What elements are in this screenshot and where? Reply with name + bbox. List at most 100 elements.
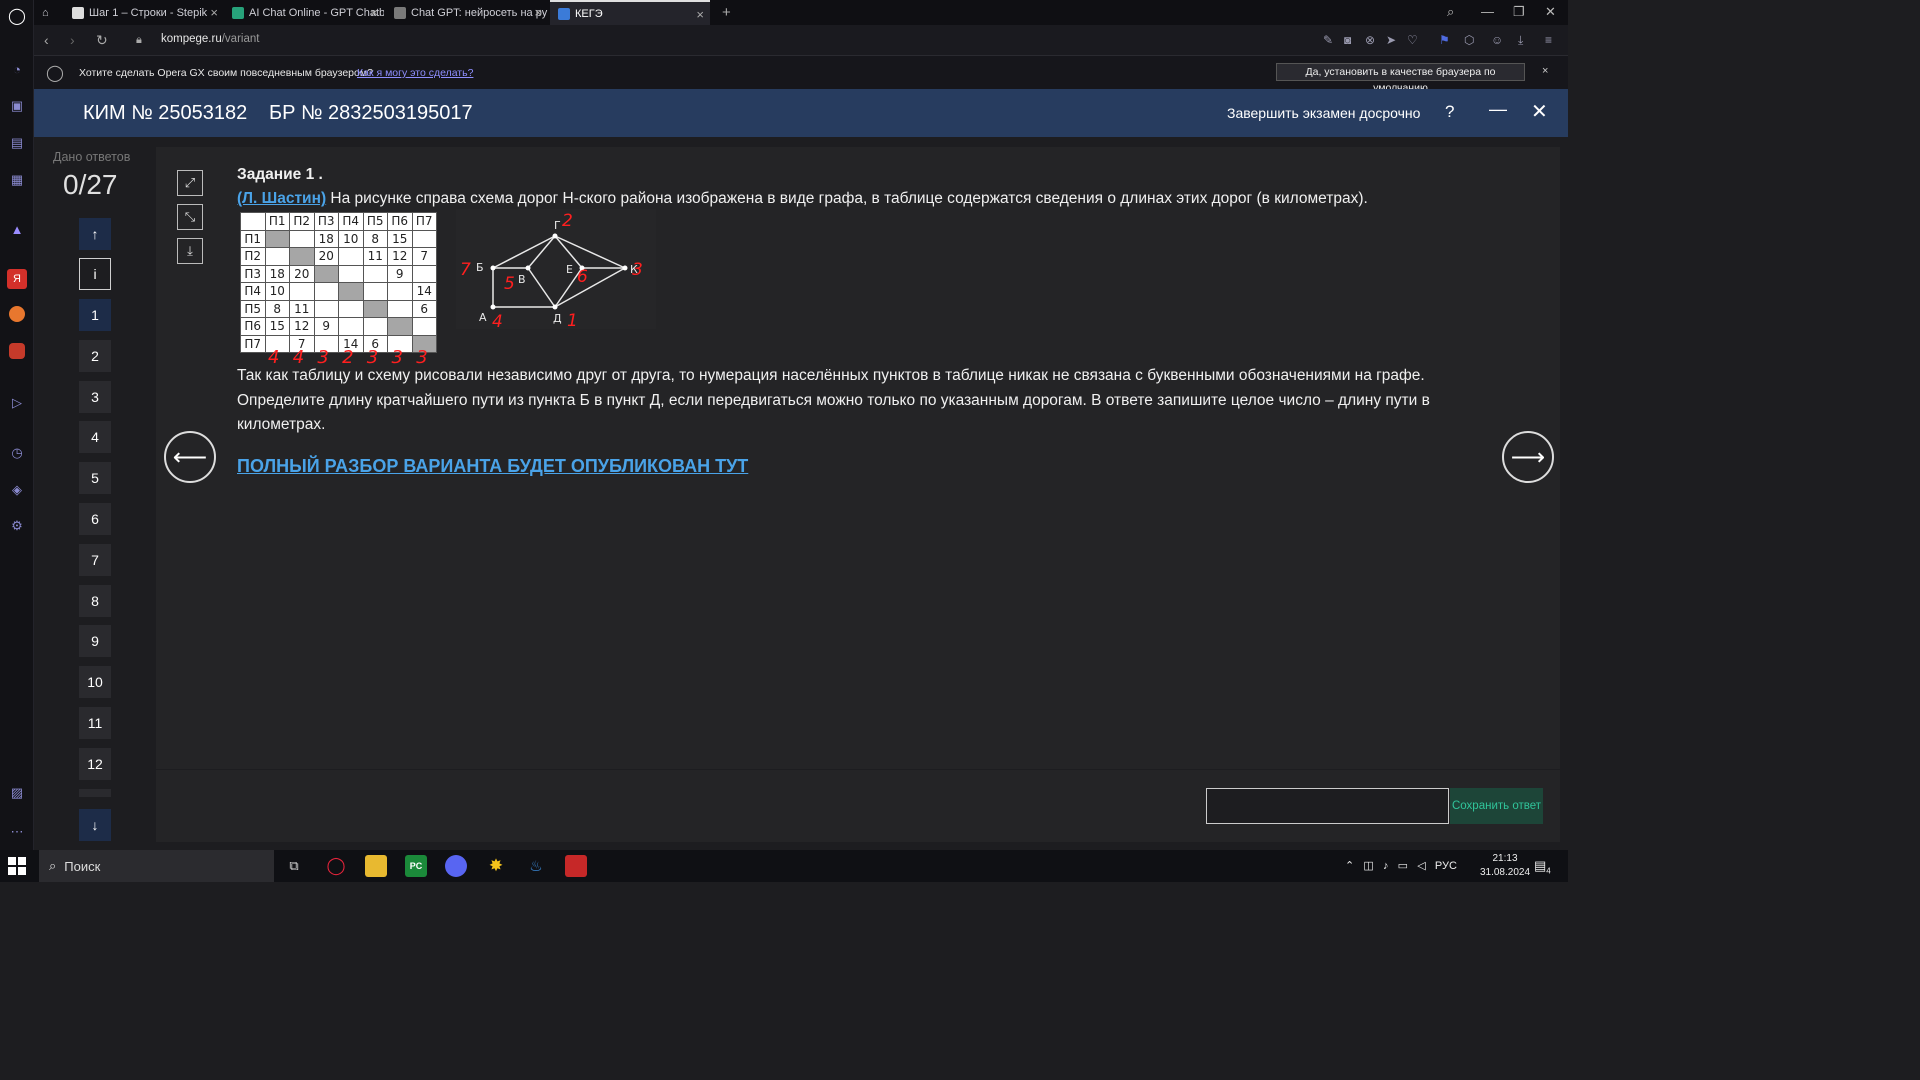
download-icon[interactable]: ⤓ [1518, 33, 1523, 48]
close-window-icon[interactable]: ✕ [1545, 4, 1556, 20]
expand-icon[interactable]: ⤡ [177, 204, 203, 230]
edit-icon[interactable]: ✎ [1323, 33, 1333, 47]
discord-icon[interactable] [445, 855, 467, 877]
answer-input[interactable] [1206, 788, 1449, 824]
taskbar-search[interactable]: ⌕ Поиск [39, 850, 274, 882]
table-cell: 20 [289, 264, 315, 283]
close-icon[interactable]: × [210, 5, 218, 20]
heart-icon[interactable]: ♡ [1407, 33, 1418, 47]
sun-app-icon[interactable]: ✸ [485, 855, 507, 877]
extension2-icon[interactable] [9, 343, 25, 359]
tab-chat-gpt[interactable]: Chat GPT: нейросеть на ру × [386, 0, 548, 25]
microphone-icon[interactable]: ♪ [1383, 860, 1389, 872]
answers-panel: Дано ответов 0/27 ↑ i 1 2 3 4 5 6 7 8 9 … [34, 137, 156, 850]
play-icon[interactable]: ▷ [7, 393, 27, 413]
question-button-6[interactable]: 6 [79, 503, 111, 535]
network-icon[interactable]: ▭ [1398, 860, 1408, 872]
speed-dial-icon[interactable]: ◔ [7, 59, 27, 79]
question-button-2[interactable]: 2 [79, 340, 111, 372]
close-icon[interactable]: × [534, 5, 542, 20]
prev-task-button[interactable]: ⟵ [164, 431, 216, 483]
camera-icon[interactable]: ◙ [1344, 33, 1351, 47]
tab-ai-chat[interactable]: AI Chat Online - GPT Chatb × [224, 0, 384, 25]
collapse-icon[interactable]: ⤓ [177, 238, 203, 264]
question-button-7[interactable]: 7 [79, 544, 111, 576]
player-icon[interactable]: ▦ [7, 170, 27, 190]
adblock-icon[interactable]: ⊗ [1365, 33, 1375, 47]
pycharm-icon[interactable]: PC [405, 855, 427, 877]
profile-icon[interactable]: ☺ [1491, 33, 1503, 47]
opera-taskbar-icon[interactable]: ◯ [325, 855, 347, 877]
search-tabs-icon[interactable]: ⌕ [1447, 4, 1454, 20]
question-button-9[interactable]: 9 [79, 625, 111, 657]
question-button-5[interactable]: 5 [79, 462, 111, 494]
dota-icon[interactable] [565, 855, 587, 877]
flag-icon[interactable]: ⚑ [1439, 33, 1450, 47]
set-default-button[interactable]: Да, установить в качестве браузера по ум… [1276, 63, 1525, 94]
opera-logo-icon[interactable]: ◯ [7, 6, 27, 26]
forward-icon[interactable]: › [70, 32, 75, 48]
question-button-10[interactable]: 10 [79, 666, 111, 698]
search-icon: ⌕ [49, 858, 57, 873]
help-button[interactable]: ? [1445, 102, 1454, 122]
windows-start-icon[interactable] [8, 857, 26, 875]
save-answer-button[interactable]: Сохранить ответ [1450, 788, 1543, 824]
twitch-icon[interactable]: ▤ [7, 133, 27, 153]
settings-icon[interactable]: ⚙ [7, 516, 27, 536]
question-button-partial[interactable] [79, 789, 111, 797]
question-button-1[interactable]: 1 [79, 299, 111, 331]
history-icon[interactable]: ◷ [7, 443, 27, 463]
cube-icon[interactable]: ◈ [7, 480, 27, 500]
language-indicator[interactable]: РУС [1435, 860, 1457, 872]
minimize-window-icon[interactable]: — [1481, 4, 1494, 19]
author-link[interactable]: (Л. Шастин) [237, 190, 326, 207]
task-view-icon[interactable]: ⧉ [283, 855, 305, 877]
close-icon[interactable]: × [696, 7, 704, 22]
tab-kege[interactable]: КЕГЭ × [550, 0, 710, 25]
tray-app-icon[interactable]: ◫ [1363, 860, 1373, 872]
new-tab-button[interactable]: + [714, 0, 734, 25]
bag-icon[interactable]: ▣ [7, 96, 27, 116]
scroll-up-button[interactable]: ↑ [79, 218, 111, 250]
finish-exam-button[interactable]: Завершить экзамен досрочно [1227, 105, 1420, 121]
full-solution-link[interactable]: ПОЛНЫЙ РАЗБОР ВАРИАНТА БУДЕТ ОПУБЛИКОВАН… [237, 456, 748, 477]
volume-icon[interactable]: ◁ [1417, 860, 1425, 872]
question-button-4[interactable]: 4 [79, 421, 111, 453]
aria-icon[interactable]: ▲ [7, 219, 27, 239]
tray-expand-icon[interactable]: ⌃ [1345, 860, 1354, 872]
question-button-8[interactable]: 8 [79, 585, 111, 617]
steam-icon[interactable]: ♨ [525, 855, 547, 877]
how-to-link[interactable]: Как я могу это сделать? [357, 67, 473, 79]
notifications-icon[interactable]: ▤4 [1534, 858, 1551, 876]
tab-menu-icon[interactable]: ⌂ [34, 0, 64, 25]
next-task-button[interactable]: ⟶ [1502, 431, 1554, 483]
table-cell: 12 [387, 247, 413, 266]
table-cell [338, 299, 364, 318]
close-exam-button[interactable]: ✕ [1531, 99, 1548, 124]
info-button[interactable]: i [79, 258, 111, 290]
minimize-button[interactable]: — [1489, 99, 1507, 120]
more-icon[interactable]: ⋯ [7, 822, 27, 842]
question-button-11[interactable]: 11 [79, 707, 111, 739]
table-cell [338, 247, 364, 266]
box-icon[interactable]: ⬡ [1464, 33, 1474, 47]
restore-window-icon[interactable]: ❐ [1513, 4, 1525, 20]
question-button-12[interactable]: 12 [79, 748, 111, 780]
notification-close-icon[interactable]: × [1542, 65, 1548, 77]
yandex-icon[interactable]: Я [7, 269, 27, 289]
gallery-icon[interactable]: ▨ [7, 783, 27, 803]
scroll-down-button[interactable]: ↓ [79, 809, 111, 841]
table-cell [338, 282, 364, 301]
menu-icon[interactable]: ≡ [1545, 33, 1552, 47]
fit-icon[interactable]: ⤢ [177, 170, 203, 196]
tab-stepik[interactable]: Шаг 1 – Строки - Stepik × [64, 0, 224, 25]
explorer-icon[interactable] [365, 855, 387, 877]
send-icon[interactable]: ➤ [1386, 33, 1396, 47]
back-icon[interactable]: ‹ [44, 32, 49, 48]
extension-icon[interactable] [9, 306, 25, 322]
question-button-3[interactable]: 3 [79, 381, 111, 413]
close-icon[interactable]: × [370, 5, 378, 20]
reload-icon[interactable]: ↻ [96, 32, 108, 49]
clock[interactable]: 21:13 31.08.2024 [1475, 852, 1535, 880]
url-field[interactable]: kompege.ru/variant [161, 33, 259, 45]
